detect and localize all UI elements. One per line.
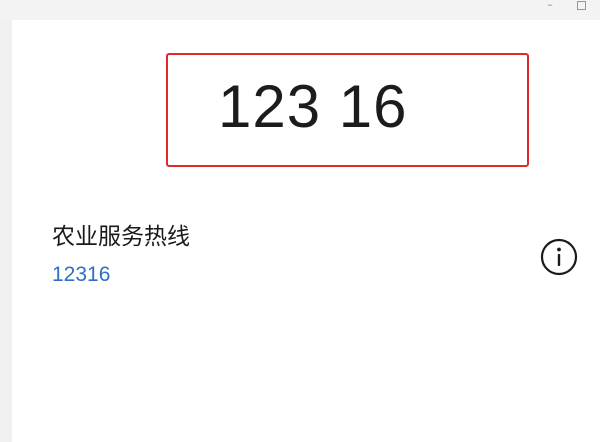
info-circle-svg [540, 238, 578, 276]
dialed-number: 123 16 [218, 73, 408, 140]
title-bar: – [0, 0, 600, 20]
maximize-icon[interactable] [571, 0, 591, 14]
contact-panel: 123 16 农业服务热线 12316 [12, 20, 600, 442]
contact-number[interactable]: 12316 [52, 262, 110, 288]
app-window: – 123 16 农业服务热线 12316 [0, 0, 600, 442]
info-circle-icon[interactable] [539, 237, 579, 277]
contact-name: 农业服务热线 [52, 224, 190, 250]
minimize-icon[interactable]: – [540, 0, 560, 14]
dialed-number-highlight: 123 16 [166, 53, 529, 167]
